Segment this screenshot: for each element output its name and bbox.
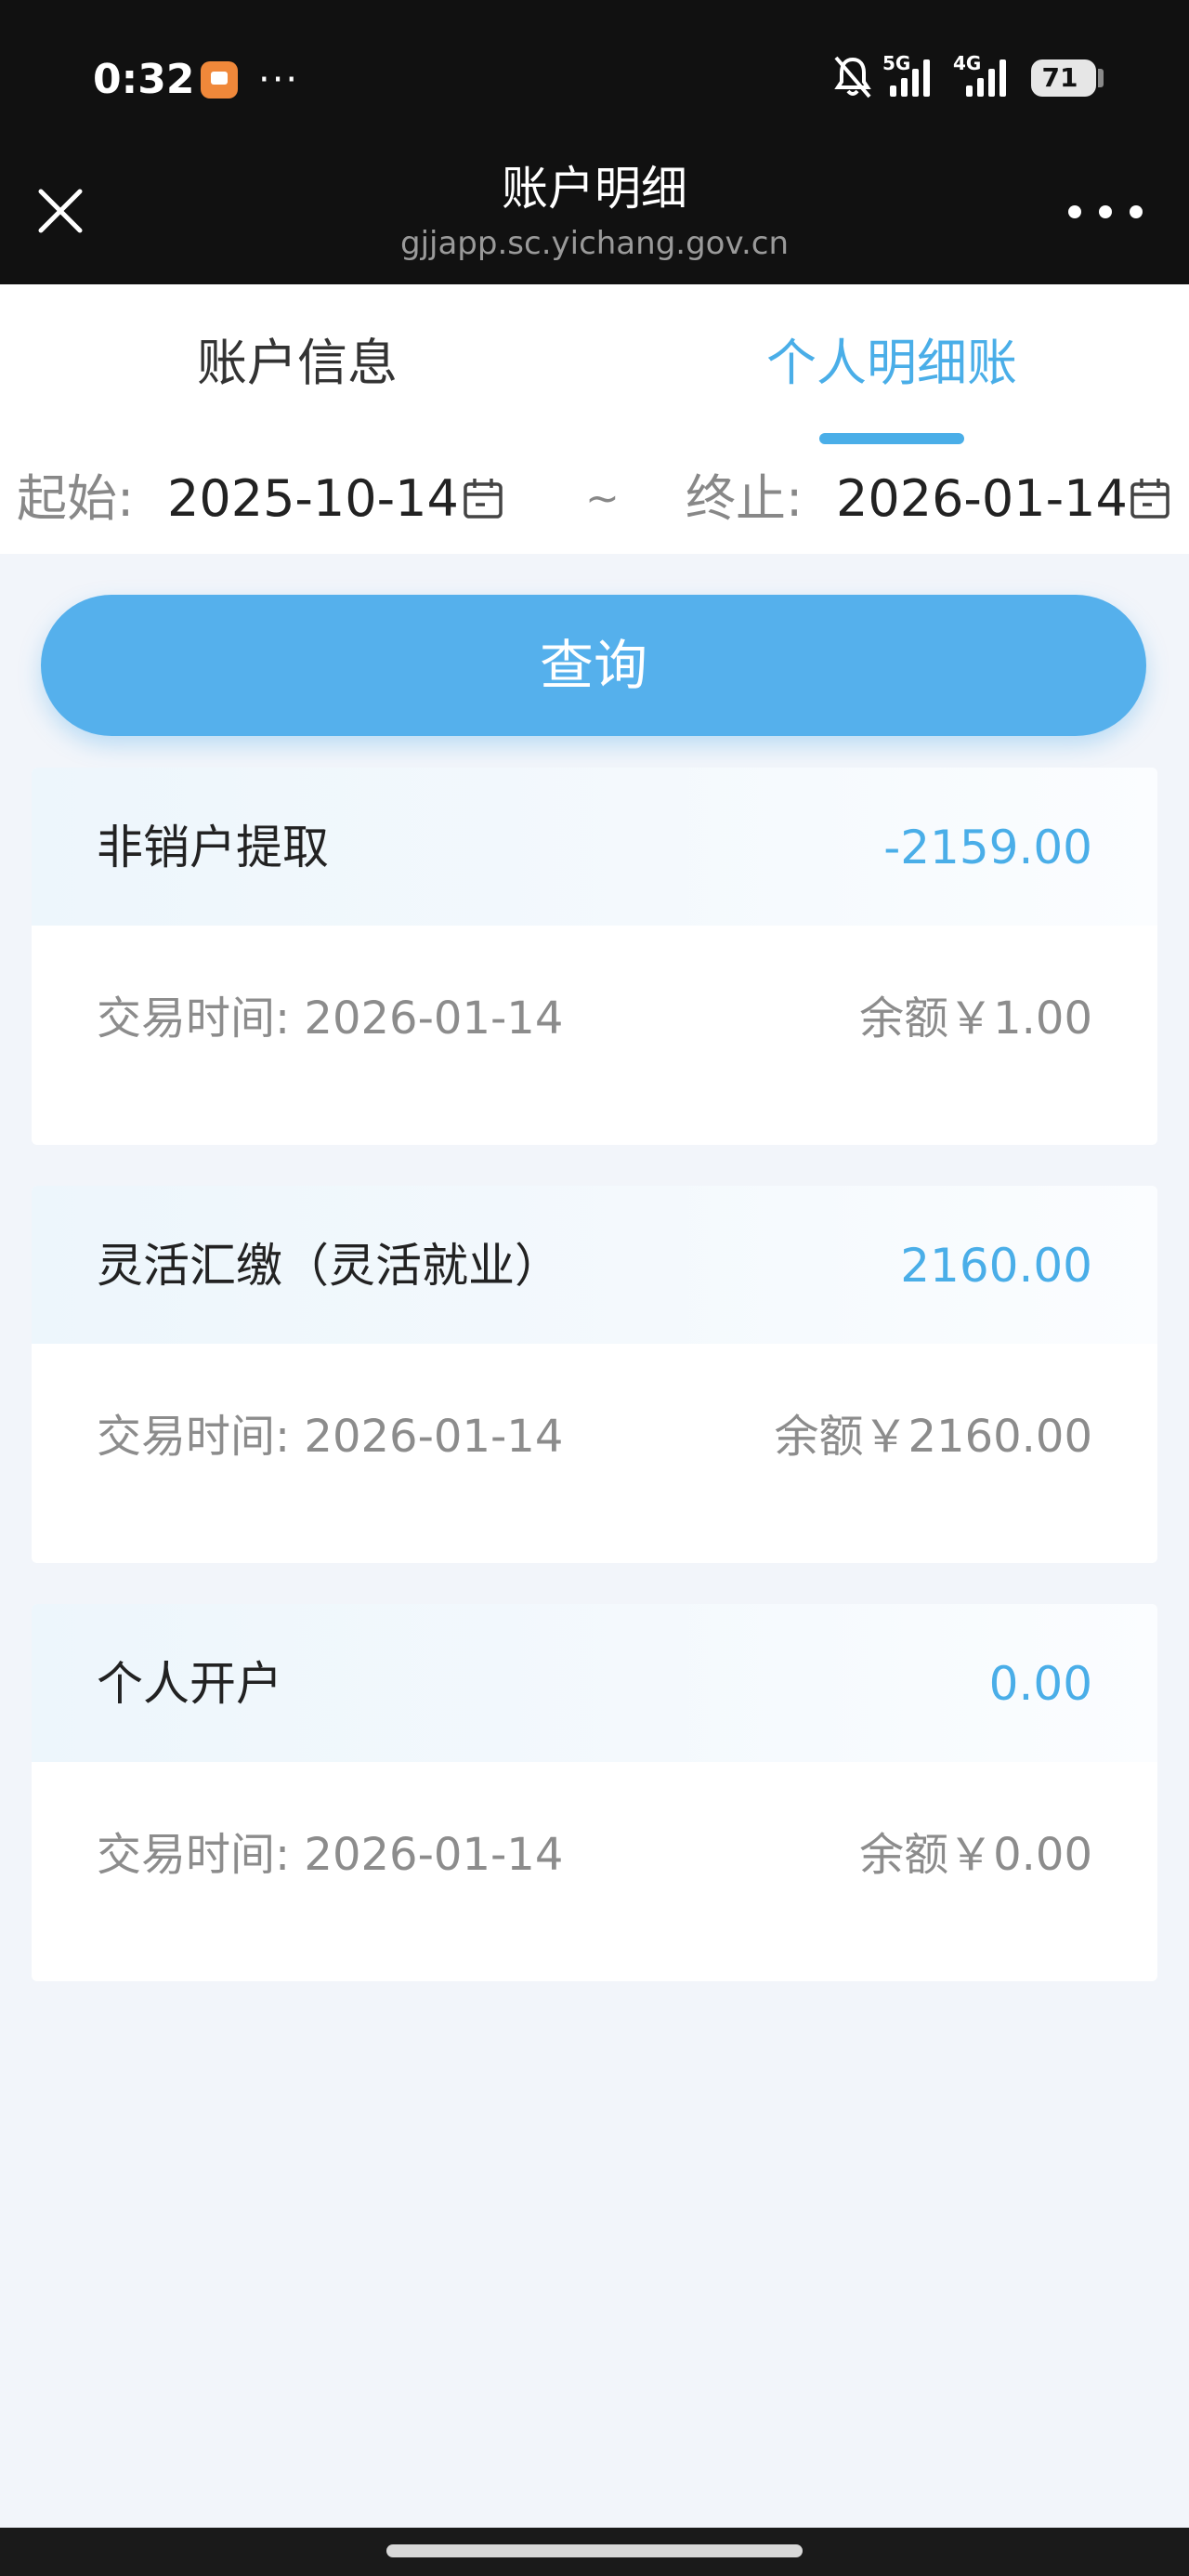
app-notification-icon bbox=[201, 61, 238, 99]
battery-icon: 71 bbox=[1031, 59, 1096, 97]
start-date-label: 起始: bbox=[17, 469, 135, 528]
calendar-icon[interactable] bbox=[1130, 476, 1170, 520]
signal-4g-icon bbox=[966, 58, 1006, 97]
more-menu-button[interactable] bbox=[1068, 186, 1143, 238]
tab-account-info[interactable]: 账户信息 bbox=[0, 284, 594, 448]
dot-icon bbox=[1099, 205, 1112, 218]
record-amount: -2159.00 bbox=[883, 821, 1092, 874]
dot-icon bbox=[1068, 205, 1081, 218]
record-amount: 0.00 bbox=[988, 1657, 1092, 1711]
record-type: 灵活汇缴（灵活就业） bbox=[97, 1239, 561, 1293]
record-card[interactable]: 非销户提取 -2159.00 交易时间: 2026-01-14 余额￥1.00 bbox=[32, 768, 1157, 1145]
status-time: 0:32 bbox=[93, 56, 195, 103]
end-date-field[interactable]: 2026-01-14 bbox=[836, 448, 1128, 550]
record-time: 交易时间: 2026-01-14 bbox=[97, 1411, 564, 1463]
page-title: 账户明细 bbox=[502, 162, 687, 216]
end-date-label: 终止: bbox=[686, 469, 804, 528]
record-card[interactable]: 个人开户 0.00 交易时间: 2026-01-14 余额￥0.00 bbox=[32, 1604, 1157, 1981]
record-card[interactable]: 灵活汇缴（灵活就业） 2160.00 交易时间: 2026-01-14 余额￥2… bbox=[32, 1186, 1157, 1563]
date-separator: ~ bbox=[585, 475, 620, 522]
tab-bar: 账户信息 个人明细账 bbox=[0, 284, 1189, 448]
record-balance: 余额￥2160.00 bbox=[774, 1411, 1093, 1463]
start-date-field[interactable]: 2025-10-14 bbox=[167, 448, 459, 550]
record-balance: 余额￥0.00 bbox=[859, 1829, 1092, 1881]
date-filter: 起始: 2025-10-14 ~ 终止: 2026-01-14 bbox=[0, 448, 1189, 554]
signal-5g-icon bbox=[890, 58, 930, 97]
close-icon[interactable] bbox=[28, 178, 93, 243]
dot-icon bbox=[1130, 205, 1143, 218]
page-url: gjjapp.sc.yichang.gov.cn bbox=[400, 225, 789, 262]
query-button[interactable]: 查询 bbox=[41, 595, 1146, 736]
tab-personal-detail[interactable]: 个人明细账 bbox=[594, 284, 1189, 448]
battery-level: 71 bbox=[1041, 62, 1078, 93]
record-type: 非销户提取 bbox=[97, 821, 329, 874]
record-time: 交易时间: 2026-01-14 bbox=[97, 1829, 564, 1881]
record-amount: 2160.00 bbox=[900, 1239, 1092, 1293]
calendar-icon[interactable] bbox=[463, 476, 503, 520]
battery-cap bbox=[1098, 69, 1104, 87]
more-notifications-icon: ··· bbox=[258, 59, 300, 101]
mute-icon bbox=[834, 56, 871, 99]
active-tab-indicator bbox=[819, 433, 964, 444]
home-indicator[interactable] bbox=[386, 2544, 803, 2557]
record-balance: 余额￥1.00 bbox=[859, 992, 1092, 1045]
record-time: 交易时间: 2026-01-14 bbox=[97, 992, 564, 1045]
record-type: 个人开户 bbox=[97, 1657, 282, 1711]
